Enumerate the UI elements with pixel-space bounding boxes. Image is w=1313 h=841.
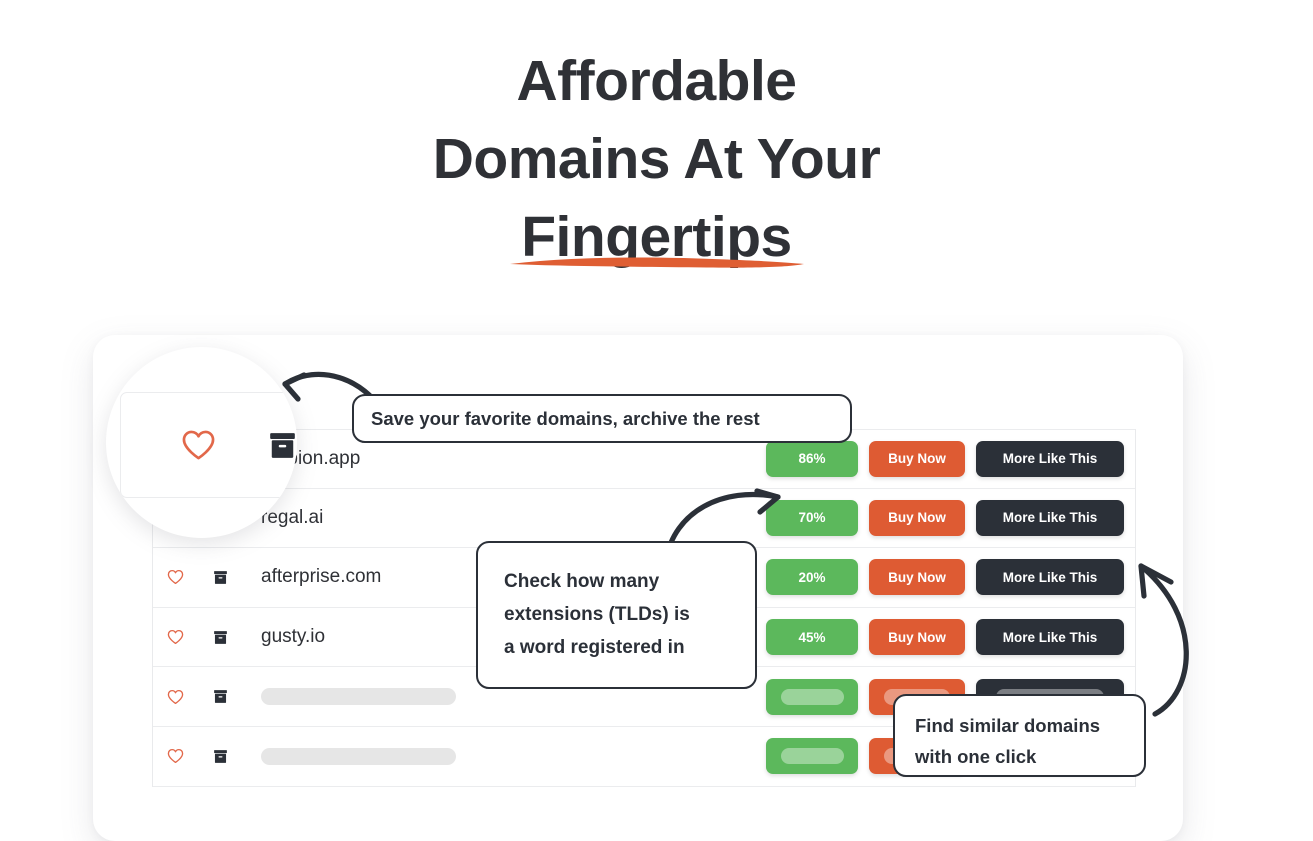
more-like-this-button[interactable]: More Like This bbox=[976, 499, 1124, 536]
skeleton-bar bbox=[780, 748, 844, 765]
domain-name-skeleton bbox=[243, 747, 766, 765]
callout-tlds-line-1: Check how many bbox=[504, 571, 660, 592]
tld-percent-badge[interactable]: 45% bbox=[766, 619, 858, 656]
favorite-button[interactable] bbox=[153, 569, 198, 585]
more-like-this-button[interactable]: More Like This bbox=[976, 440, 1124, 477]
skeleton-bar bbox=[261, 688, 456, 706]
hero-line-2: Domains At Your bbox=[432, 127, 881, 191]
domain-name: ampion.app bbox=[261, 447, 361, 469]
callout-favorites: Save your favorite domains, archive the … bbox=[352, 394, 852, 443]
favorite-button[interactable] bbox=[153, 629, 198, 645]
magnifier-zoom-circle bbox=[106, 347, 297, 538]
tld-percent-badge[interactable] bbox=[766, 738, 858, 775]
row-actions: 70% Buy Now More Like This bbox=[766, 499, 1135, 536]
heart-icon bbox=[167, 630, 184, 645]
buy-now-button[interactable]: Buy Now bbox=[869, 499, 965, 536]
row-actions: 86% Buy Now More Like This bbox=[766, 440, 1135, 477]
hero-line-3: Fingertips bbox=[521, 205, 792, 269]
buy-now-button[interactable]: Buy Now bbox=[869, 619, 965, 656]
archive-button[interactable] bbox=[198, 570, 243, 585]
archive-box-icon bbox=[214, 630, 227, 644]
magnifier-row-preview bbox=[120, 392, 297, 498]
callout-tlds-line-3: a word registered in bbox=[504, 637, 685, 658]
hero-line-1: Affordable bbox=[516, 49, 798, 113]
tld-percent-badge[interactable]: 20% bbox=[766, 559, 858, 596]
hero-heading: Affordable Domains At Your Fingertips bbox=[0, 42, 1313, 276]
callout-similar-line-2: with one click bbox=[915, 746, 1037, 767]
tld-percent-badge[interactable]: 70% bbox=[766, 499, 858, 536]
heart-icon bbox=[167, 689, 184, 704]
callout-tlds-line-2: extensions (TLDs) is bbox=[504, 604, 690, 625]
archive-button[interactable] bbox=[198, 689, 243, 704]
callout-tlds: Check how many extensions (TLDs) is a wo… bbox=[476, 541, 757, 689]
heart-icon bbox=[167, 570, 184, 585]
buy-now-button[interactable]: Buy Now bbox=[869, 559, 965, 596]
archive-button[interactable] bbox=[198, 749, 243, 764]
more-like-this-button[interactable]: More Like This bbox=[976, 619, 1124, 656]
archive-button[interactable] bbox=[198, 630, 243, 645]
archive-box-icon bbox=[214, 571, 227, 584]
callout-similar-line-1: Find similar domains bbox=[915, 715, 1101, 736]
skeleton-bar bbox=[261, 747, 456, 765]
domain-name-skeleton bbox=[243, 688, 766, 706]
favorite-button[interactable] bbox=[153, 689, 198, 705]
heart-icon bbox=[182, 430, 215, 460]
domain-name: regal.ai bbox=[261, 506, 324, 528]
tld-percent-badge[interactable]: 86% bbox=[766, 440, 858, 477]
tld-percent-badge[interactable] bbox=[766, 678, 858, 715]
callout-similar: Find similar domains with one click bbox=[893, 694, 1146, 777]
archive-box-icon bbox=[214, 749, 227, 763]
favorite-button[interactable] bbox=[153, 748, 198, 764]
more-like-this-button[interactable]: More Like This bbox=[976, 559, 1124, 596]
skeleton-bar bbox=[780, 688, 844, 705]
buy-now-button[interactable]: Buy Now bbox=[869, 440, 965, 477]
row-actions: 20% Buy Now More Like This bbox=[766, 559, 1135, 596]
archive-box-icon bbox=[214, 690, 227, 704]
callout-favorites-text: Save your favorite domains, archive the … bbox=[371, 407, 760, 429]
heart-icon bbox=[167, 749, 184, 764]
row-actions: 45% Buy Now More Like This bbox=[766, 619, 1135, 656]
table-row[interactable]: regal.ai 70% Buy Now More Like This bbox=[153, 488, 1135, 549]
hero-line-3-wrap: Fingertips bbox=[510, 198, 805, 276]
archive-box-icon bbox=[270, 432, 295, 458]
